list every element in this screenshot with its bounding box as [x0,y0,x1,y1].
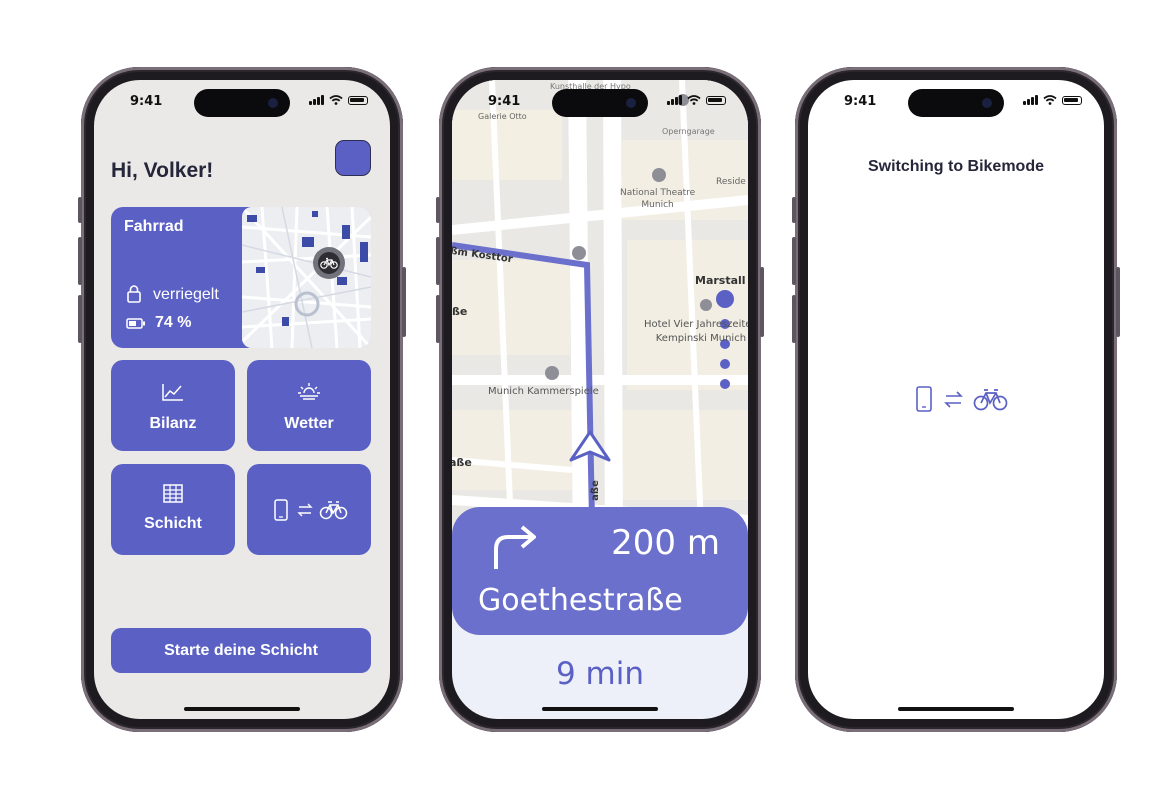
phone-bike-switch-icon [274,499,348,521]
status-bar: 9:41 [452,91,748,111]
signal-icon [1023,95,1038,105]
home-indicator[interactable] [898,707,1014,711]
signal-icon [667,95,682,105]
status-time: 9:41 [844,94,877,109]
turn-right-arrow-icon [494,525,536,569]
home-screen: 9:41 Hi, Volker! Fahrrad verriegelt 74 % [94,80,390,719]
navigation-map[interactable]: Kunsthalle der Hypo Galerie Otto Opernga… [452,80,748,551]
turn-instruction-panel[interactable]: 200 m Goethestraße [452,507,748,635]
battery-level-icon [126,318,145,329]
bike-location-map[interactable] [242,207,371,348]
map-label-hotel: Hotel Vier Jahreszeiten Kempinski Munich [644,318,748,346]
wifi-icon [687,95,701,105]
map-label-street-left2: ße [452,305,468,318]
map-label-resid: Reside [716,177,746,187]
eta-text: 9 min [555,656,645,692]
bilanz-label: Bilanz [149,415,197,432]
mini-map-streets [242,207,371,348]
signal-icon [309,95,324,105]
switching-screen: 9:41 Switching to Bikemode [808,80,1104,719]
map-label-galerie: Galerie Otto [478,112,527,121]
schicht-tile[interactable]: Schicht [111,464,235,555]
phone-frame-home: 9:41 Hi, Volker! Fahrrad verriegelt 74 % [78,67,406,732]
lock-status: verriegelt [153,286,219,303]
home-indicator[interactable] [542,707,658,711]
turn-street-name: Goethestraße [478,583,683,618]
map-label-marstall: Marstall [695,274,746,287]
schicht-label: Schicht [144,515,202,532]
wifi-icon [1043,95,1057,105]
map-label-street-left3: aße [452,456,472,469]
battery-icon [348,95,368,105]
status-time: 9:41 [488,94,521,109]
start-shift-label: Starte deine Schicht [164,642,318,659]
wifi-icon [329,95,343,105]
battery-icon [706,95,726,105]
sun-cloud-icon [298,383,320,400]
map-label-kammerspiele: Munich Kammerspiele [488,386,599,397]
table-icon [163,484,183,503]
battery-percentage: 74 % [155,314,192,331]
home-indicator[interactable] [184,707,300,711]
map-label-theatre: National Theatre Munich [620,187,695,211]
map-label-hotel-line2: Kempinski Munich [655,333,747,344]
wetter-tile[interactable]: Wetter [247,360,371,451]
phone-bike-switch-icon [916,386,1008,412]
wetter-label: Wetter [284,415,334,432]
phone-frame-navigation: Kunsthalle der Hypo Galerie Otto Opernga… [436,67,764,732]
status-time: 9:41 [130,94,163,109]
map-label-theatre-line2: Munich [641,200,674,210]
status-bar: 9:41 [94,91,390,111]
bike-card-title: Fahrrad [124,218,184,235]
chart-icon [162,384,183,401]
bike-card[interactable]: Fahrrad verriegelt 74 % [111,207,371,348]
map-label-theatre-line1: National Theatre [620,188,696,198]
switching-title: Switching to Bikemode [867,158,1044,175]
lock-icon [127,285,141,303]
status-bar: 9:41 [808,91,1104,111]
bilanz-tile[interactable]: Bilanz [111,360,235,451]
turn-distance: 200 m [611,523,720,563]
greeting-title: Hi, Volker! [111,159,214,182]
navigation-screen: Kunsthalle der Hypo Galerie Otto Opernga… [452,80,748,719]
map-label-opern: Operngarage [662,127,715,136]
profile-avatar-button[interactable] [335,140,371,176]
phone-frame-switching: 9:41 Switching to Bikemode [792,67,1120,732]
bikemode-switch-tile[interactable] [247,464,371,555]
map-label-street-vertical: aße [589,480,601,501]
map-label-hotel-line1: Hotel Vier Jahreszeiten [644,319,748,330]
start-shift-button[interactable]: Starte deine Schicht [111,628,371,673]
bike-marker-icon [320,257,338,269]
battery-icon [1062,95,1082,105]
